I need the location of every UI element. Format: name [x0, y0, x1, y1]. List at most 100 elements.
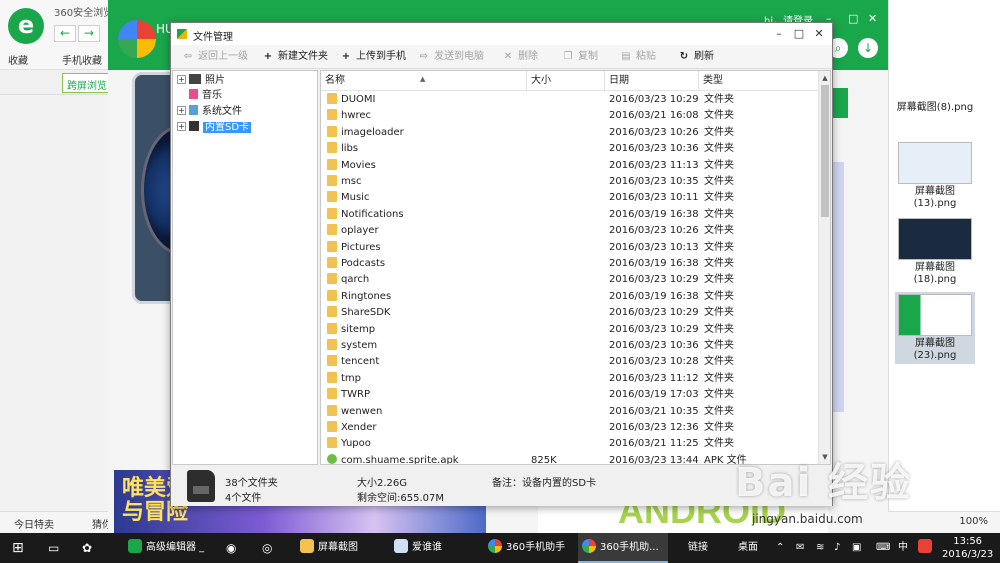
file-type-cell: 文件夹	[704, 372, 734, 384]
sogou-icon[interactable]	[918, 533, 936, 563]
notification-icon[interactable]: ▣	[852, 533, 861, 563]
cross-screen-tab[interactable]: 跨屏浏览	[62, 73, 112, 93]
expand-icon[interactable]: +	[177, 75, 186, 84]
download-icon[interactable]: ↓	[858, 38, 878, 58]
close-icon[interactable]: ✕	[811, 26, 827, 42]
mobile-favorites-link[interactable]: 手机收藏	[62, 52, 102, 67]
sort-asc-icon: ▲	[420, 75, 426, 83]
thumbnail[interactable]: 屏幕截图(8).png	[895, 100, 975, 114]
thumbnail[interactable]: 屏幕截图(18).png	[895, 218, 975, 286]
tray-icon[interactable]: ✉	[796, 533, 804, 563]
tree-item-system[interactable]: + 系统文件	[177, 104, 242, 119]
ime-indicator[interactable]: 中	[898, 533, 908, 563]
forward-arrow-icon[interactable]: →	[78, 25, 100, 42]
tree-item-music[interactable]: 音乐	[177, 88, 222, 103]
zoom-level[interactable]: 100%	[959, 516, 988, 527]
file-row[interactable]: Ringtones 2016/03/19 16:38 文件夹	[321, 289, 818, 305]
maximize-icon[interactable]: □	[791, 26, 807, 42]
file-row[interactable]: Music 2016/03/23 10:11 文件夹	[321, 190, 818, 206]
new-folder-button[interactable]: + 新建文件夹	[261, 49, 328, 65]
file-row[interactable]: Podcasts 2016/03/19 16:38 文件夹	[321, 256, 818, 272]
file-row[interactable]: tmp 2016/03/23 11:12 文件夹	[321, 371, 818, 387]
app-icon[interactable]: ◉	[226, 533, 236, 563]
file-row[interactable]: hwrec 2016/03/21 16:08 文件夹	[321, 108, 818, 124]
column-name[interactable]: 名称 ▲	[321, 71, 527, 91]
wifi-icon[interactable]: ≋	[816, 533, 824, 563]
file-type-cell: 文件夹	[704, 307, 734, 319]
music-icon	[189, 89, 198, 99]
vertical-scrollbar[interactable]: ▲ ▼	[818, 71, 830, 464]
tree-item-sdcard[interactable]: + 内置SD卡	[177, 120, 252, 135]
file-row[interactable]: tencent 2016/03/23 10:28 文件夹	[321, 354, 818, 370]
file-date-cell: 2016/03/21 10:35	[609, 405, 699, 417]
file-row[interactable]: oplayer 2016/03/23 10:26 文件夹	[321, 223, 818, 239]
send-to-pc-button[interactable]: ⇨ 发送到电脑	[417, 49, 484, 65]
file-date-cell: 2016/03/23 10:29	[609, 323, 699, 335]
file-size-cell: 825K	[531, 454, 557, 464]
task-view-icon[interactable]: ▭	[48, 533, 59, 563]
file-name-cell: Yupoo	[327, 436, 527, 452]
scrollbar-thumb[interactable]	[821, 85, 829, 217]
clock[interactable]: 13:56 2016/3/23	[942, 535, 993, 561]
back-button[interactable]: ⇦ 返回上一级	[181, 49, 248, 65]
app-icon[interactable]: ◎	[262, 533, 272, 563]
keyboard-icon[interactable]: ⌨	[876, 533, 890, 563]
file-name-cell: system	[327, 338, 527, 354]
scroll-up-icon[interactable]: ▲	[819, 72, 830, 84]
file-row[interactable]: Movies 2016/03/23 11:13 文件夹	[321, 158, 818, 174]
folder-icon	[327, 257, 337, 268]
copy-button[interactable]: ❐ 复制	[561, 49, 598, 65]
file-row[interactable]: system 2016/03/23 10:36 文件夹	[321, 338, 818, 354]
file-row[interactable]: qarch 2016/03/23 10:29 文件夹	[321, 272, 818, 288]
desktop-toolbar[interactable]: 桌面	[738, 533, 758, 563]
file-row[interactable]: Pictures 2016/03/23 10:13 文件夹	[321, 240, 818, 256]
column-date[interactable]: 日期	[605, 71, 699, 91]
refresh-button[interactable]: ↻ 刷新	[677, 49, 714, 65]
minimize-icon[interactable]: –	[771, 26, 787, 42]
file-row[interactable]: libs 2016/03/23 10:36 文件夹	[321, 141, 818, 157]
upload-button[interactable]: + 上传到手机	[339, 49, 406, 65]
column-size[interactable]: 大小	[527, 71, 605, 91]
apk-icon	[327, 453, 337, 464]
file-row[interactable]: TWRP 2016/03/19 17:03 文件夹	[321, 387, 818, 403]
file-row[interactable]: msc 2016/03/23 10:35 文件夹	[321, 174, 818, 190]
tree-item-photos[interactable]: + 照片	[177, 73, 225, 88]
thumbnail[interactable]: 屏幕截图(13).png	[895, 142, 975, 210]
folder-icon	[327, 388, 337, 400]
favorites-link[interactable]: 收藏	[8, 52, 28, 67]
maximize-icon[interactable]: □	[848, 12, 858, 25]
file-row[interactable]: ShareSDK 2016/03/23 10:29 文件夹	[321, 305, 818, 321]
expand-icon[interactable]: +	[177, 122, 186, 131]
chevron-up-icon[interactable]: ⌃	[776, 533, 784, 563]
taskbar-item-screenshots[interactable]: 屏幕截图	[296, 533, 378, 563]
file-row[interactable]: Notifications 2016/03/19 16:38 文件夹	[321, 207, 818, 223]
delete-button[interactable]: ✕ 删除	[501, 49, 538, 65]
app-icon[interactable]: ✿	[82, 533, 92, 563]
taskbar-item-360-assistant[interactable]: 360手机助手	[484, 533, 574, 563]
start-windows-icon[interactable]: ⊞	[12, 533, 24, 563]
file-row[interactable]: sitemp 2016/03/23 10:29 文件夹	[321, 322, 818, 338]
taskbar-item-360-assistant-active[interactable]: 360手机助...	[578, 533, 668, 563]
taskbar-item-aishuishui[interactable]: 爱谁谁	[390, 533, 478, 563]
taskbar-item-editor[interactable]: 高级编辑器 _	[124, 533, 212, 563]
file-name-cell: TWRP	[327, 387, 527, 403]
back-arrow-icon[interactable]: ←	[54, 25, 76, 42]
file-type-cell: 文件夹	[704, 94, 734, 105]
file-row[interactable]: DUOMI 2016/03/23 10:29 文件夹	[321, 92, 818, 108]
thumbnail-selected[interactable]: 屏幕截图(23).png	[895, 292, 975, 364]
close-icon[interactable]: ✕	[868, 12, 877, 25]
daily-deals-link[interactable]: 今日特卖	[14, 516, 54, 531]
column-type[interactable]: 类型	[699, 71, 818, 91]
file-row[interactable]: imageloader 2016/03/23 10:26 文件夹	[321, 125, 818, 141]
expand-icon[interactable]: +	[177, 106, 186, 115]
file-date-cell: 2016/03/23 10:11	[609, 192, 699, 204]
links-toolbar[interactable]: 链接	[688, 533, 708, 563]
file-row[interactable]: Xender 2016/03/23 12:36 文件夹	[321, 420, 818, 436]
file-row[interactable]: wenwen 2016/03/21 10:35 文件夹	[321, 404, 818, 420]
volume-icon[interactable]: ♪	[834, 533, 840, 563]
folder-icon	[327, 306, 337, 318]
folder-icon	[327, 224, 337, 236]
paste-button[interactable]: ▤ 粘贴	[619, 49, 656, 65]
file-name-cell: wenwen	[327, 404, 527, 420]
file-name-cell: Xender	[327, 420, 527, 436]
